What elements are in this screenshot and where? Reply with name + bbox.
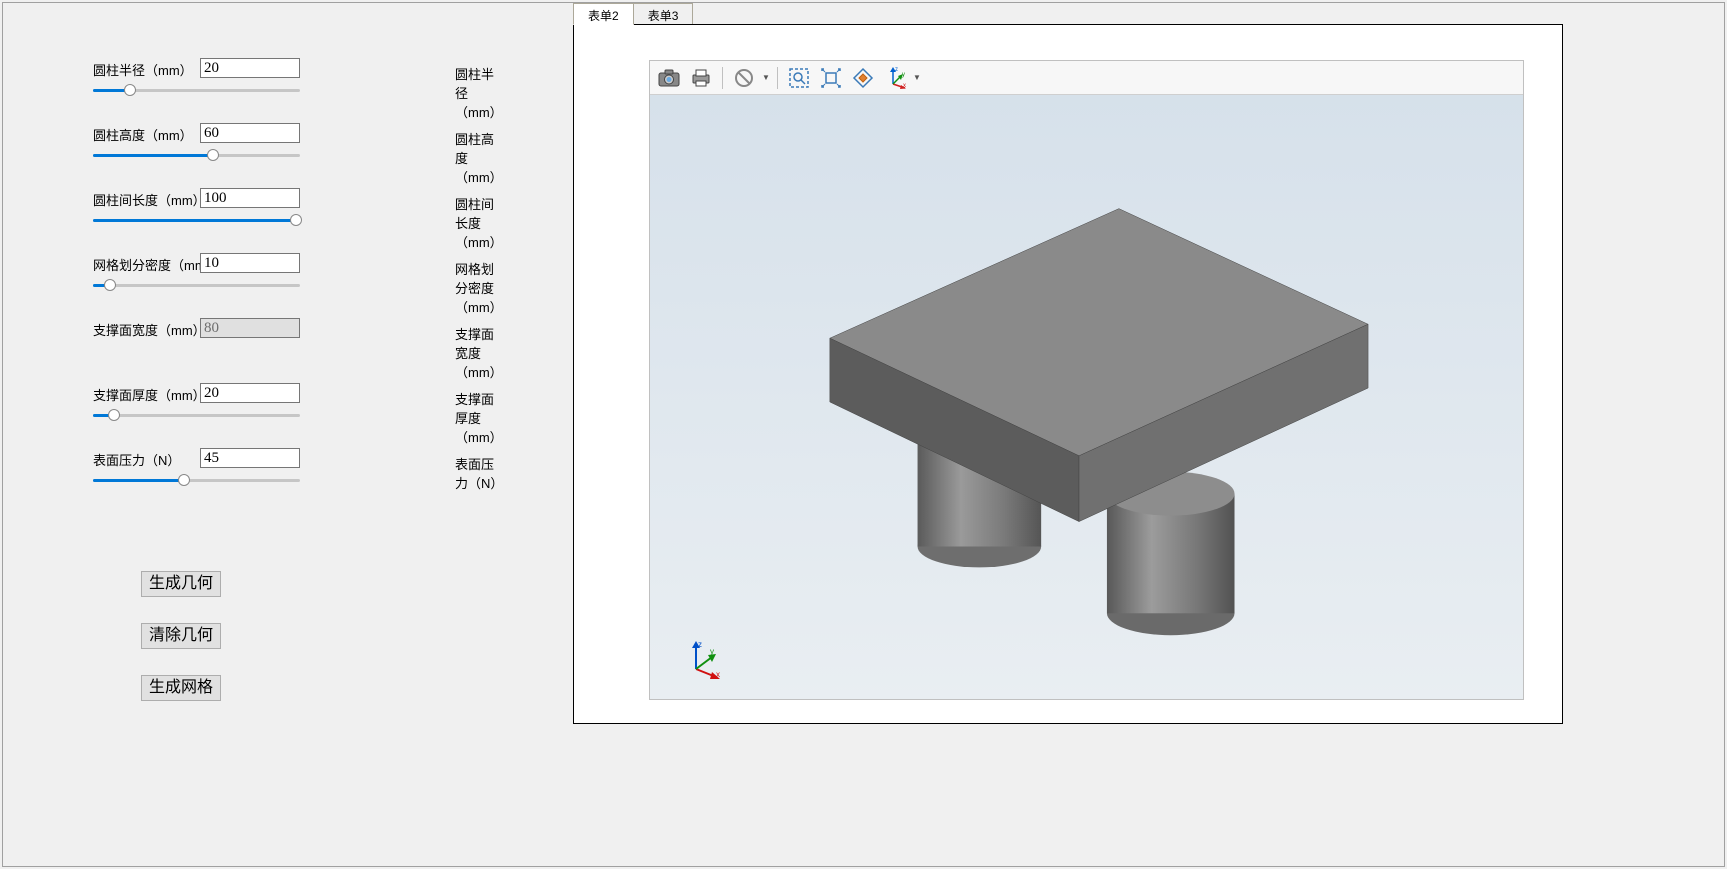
axis-orientation-icon[interactable]: z y x	[880, 64, 910, 92]
param-slider[interactable]	[93, 147, 300, 165]
fit-view-icon[interactable]	[848, 64, 878, 92]
action-buttons: 生成几何 清除几何 生成网格	[141, 571, 573, 701]
param-row: 圆柱半径（mm） 圆柱半径（mm）	[93, 58, 503, 123]
no-selection-icon[interactable]	[729, 64, 759, 92]
tabs-bar: 表单2 表单3	[573, 3, 692, 25]
param-mirror-label: 圆柱间长度（mm）	[455, 194, 503, 251]
param-slider[interactable]	[93, 82, 300, 100]
axis-triad: z x y	[686, 639, 726, 679]
param-row: 支撑面宽度（mm） 支撑面宽度（mm）	[93, 318, 503, 383]
param-label: 圆柱高度（mm）	[93, 125, 193, 144]
param-slider[interactable]	[93, 472, 300, 490]
param-label: 圆柱半径（mm）	[93, 60, 193, 79]
print-icon[interactable]	[686, 64, 716, 92]
param-input[interactable]	[200, 123, 300, 143]
slider-fill	[93, 219, 296, 222]
param-slider[interactable]	[93, 277, 300, 295]
slider-thumb[interactable]	[124, 84, 136, 96]
zoom-box-icon[interactable]	[784, 64, 814, 92]
generate-geometry-button[interactable]: 生成几何	[141, 571, 221, 597]
slider-fill	[93, 479, 184, 482]
slider-fill	[93, 154, 213, 157]
left-panel: 圆柱半径（mm）圆柱半径（mm）圆柱高度（mm）圆柱高度（mm）圆柱间长度（mm…	[3, 3, 573, 866]
slider-track	[93, 414, 300, 417]
dropdown-arrow-icon[interactable]: ▼	[761, 64, 771, 92]
tab-form3[interactable]: 表单3	[633, 3, 694, 25]
slider-thumb[interactable]	[290, 214, 302, 226]
svg-text:x: x	[716, 670, 720, 679]
param-mirror-label: 圆柱半径（mm）	[455, 64, 503, 121]
viewport-3d[interactable]: ▼	[649, 60, 1524, 700]
param-input	[200, 318, 300, 338]
param-label: 支撑面宽度（mm）	[93, 320, 206, 339]
param-input[interactable]	[200, 188, 300, 208]
param-mirror-label: 圆柱高度（mm）	[455, 129, 503, 186]
slider-thumb[interactable]	[108, 409, 120, 421]
viewport-toolbar: ▼	[650, 61, 1523, 95]
zoom-extents-icon[interactable]	[816, 64, 846, 92]
param-row: 圆柱高度（mm） 圆柱高度（mm）	[93, 123, 503, 188]
generate-mesh-button[interactable]: 生成网格	[141, 675, 221, 701]
param-mirror-label: 网格划分密度（mm）	[455, 259, 503, 316]
param-slider[interactable]	[93, 212, 300, 230]
param-row: 支撑面厚度（mm） 支撑面厚度（mm）	[93, 383, 503, 448]
main-window: 表单2 表单3 圆柱半径（mm）圆柱半径（mm）圆柱高度（mm）圆柱高度（mm）…	[2, 2, 1725, 867]
param-label: 圆柱间长度（mm）	[93, 190, 206, 209]
clear-geometry-button[interactable]: 清除几何	[141, 623, 221, 649]
viewport-frame: ▼	[573, 24, 1563, 724]
svg-text:z: z	[698, 640, 702, 649]
param-row: 圆柱间长度（mm） 圆柱间长度（mm）	[93, 188, 503, 253]
snapshot-icon[interactable]	[654, 64, 684, 92]
param-slider[interactable]	[93, 407, 300, 425]
param-input[interactable]	[200, 253, 300, 273]
svg-text:y: y	[902, 72, 905, 78]
param-input[interactable]	[200, 383, 300, 403]
dropdown-arrow-icon[interactable]: ▼	[912, 64, 922, 92]
param-input[interactable]	[200, 448, 300, 468]
slider-thumb[interactable]	[178, 474, 190, 486]
param-input[interactable]	[200, 58, 300, 78]
svg-text:x: x	[903, 83, 906, 89]
param-label: 支撑面厚度（mm）	[93, 385, 206, 404]
svg-text:z: z	[895, 67, 898, 73]
toolbar-separator	[777, 67, 778, 89]
param-row: 网格划分密度（mm）网格划分密度（mm）	[93, 253, 503, 318]
toolbar-separator	[722, 67, 723, 89]
svg-text:y: y	[710, 647, 714, 656]
param-mirror-label: 表面压力（N）	[455, 454, 503, 492]
param-mirror-label: 支撑面厚度（mm）	[455, 389, 503, 446]
param-row: 表面压力（N） 表面压力（N）	[93, 448, 503, 513]
tab-form2[interactable]: 表单2	[573, 3, 634, 25]
param-label: 表面压力（N）	[93, 450, 180, 469]
slider-track	[93, 284, 300, 287]
model-3d-view[interactable]	[650, 95, 1523, 699]
model-svg	[650, 95, 1523, 699]
slider-thumb[interactable]	[104, 279, 116, 291]
slider-thumb[interactable]	[207, 149, 219, 161]
param-mirror-label: 支撑面宽度（mm）	[455, 324, 503, 381]
